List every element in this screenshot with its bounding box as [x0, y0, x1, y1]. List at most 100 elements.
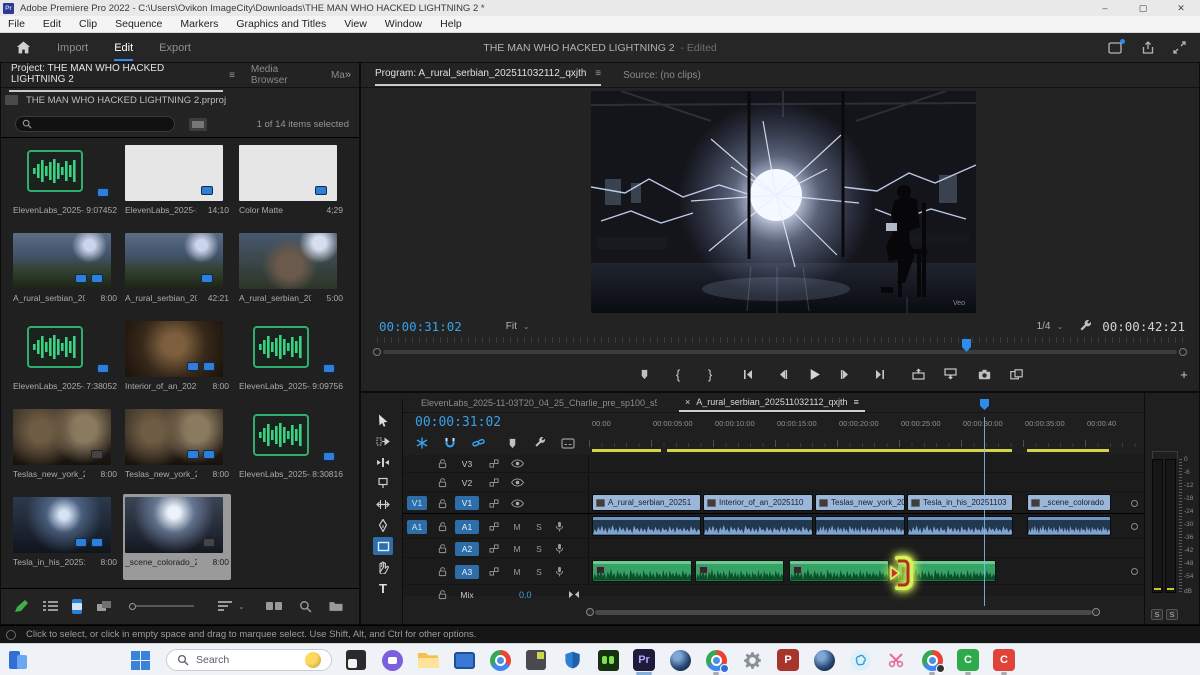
project-item[interactable]: ElevenLabs_2025-...9:07452	[11, 142, 119, 228]
selection-tool[interactable]	[373, 411, 393, 429]
minimize-button[interactable]: –	[1086, 0, 1124, 16]
project-item[interactable]: Teslas_new_york_202...8:00	[123, 406, 231, 492]
settings-wrench-icon[interactable]	[1079, 320, 1092, 333]
scrollbar-left-knob[interactable]	[586, 608, 594, 616]
menu-view[interactable]: View	[344, 18, 367, 30]
fullscreen-icon[interactable]	[1173, 41, 1186, 54]
scrubber-left-knob[interactable]	[373, 348, 381, 356]
icon-view-icon[interactable]	[72, 599, 82, 614]
track-output-eye-icon[interactable]	[511, 478, 523, 487]
workspace-switcher-icon[interactable]	[1108, 41, 1123, 54]
button-editor-icon[interactable]: +	[1173, 364, 1195, 384]
project-item[interactable]: ElevenLabs_2025-11-...14;10	[123, 142, 231, 228]
edit-pencil-icon[interactable]	[13, 598, 29, 614]
project-item[interactable]: Teslas_new_york_202...8:00	[11, 406, 119, 492]
mark-out-icon[interactable]: }	[699, 364, 721, 384]
clickup-icon[interactable]: C	[992, 648, 1016, 672]
sort-icon[interactable]: ⌄	[218, 601, 245, 611]
sync-lock-icon[interactable]	[489, 459, 501, 468]
track-scroll-knob[interactable]	[1131, 523, 1138, 530]
meter-solo-left[interactable]: S	[1151, 609, 1163, 620]
track-lock-icon[interactable]	[437, 458, 449, 469]
sync-lock-icon[interactable]	[489, 544, 501, 553]
tab-edit[interactable]: Edit	[114, 42, 133, 54]
timeline-ruler[interactable]: 00:00 00:00:05:00 00:00:10:00 00:00:15:0…	[589, 417, 1144, 447]
type-tool[interactable]: T	[373, 579, 393, 597]
timeline-playhead[interactable]	[984, 417, 985, 606]
rectangle-tool[interactable]	[373, 537, 393, 555]
meter-solo-right[interactable]: S	[1166, 609, 1178, 620]
zoom-slider[interactable]	[129, 603, 194, 610]
timeline-clip[interactable]: Interior_of_an_2025110	[703, 494, 813, 511]
playback-resolution-dropdown[interactable]: 1/4⌄	[1037, 321, 1064, 332]
mute-button[interactable]: M	[511, 522, 523, 532]
find-icon[interactable]	[299, 600, 312, 613]
track-lane-v2[interactable]	[589, 474, 1144, 491]
menu-edit[interactable]: Edit	[43, 18, 61, 30]
step-forward-icon[interactable]	[835, 364, 857, 384]
mute-button[interactable]: M	[511, 544, 523, 554]
track-name-v1[interactable]: V1	[455, 496, 479, 510]
track-lock-icon[interactable]	[437, 566, 449, 577]
track-lane-a1[interactable]	[589, 515, 1144, 538]
track-name-v2[interactable]: V2	[455, 476, 479, 490]
source-patch-video[interactable]: V1	[407, 496, 427, 510]
sync-lock-icon[interactable]	[489, 567, 501, 576]
mark-in-icon[interactable]: {	[667, 364, 689, 384]
new-bin-icon[interactable]	[328, 600, 344, 612]
menu-file[interactable]: File	[8, 18, 25, 30]
chat-icon[interactable]	[380, 648, 404, 672]
menu-markers[interactable]: Markers	[180, 18, 218, 30]
tab-program[interactable]: Program: A_rural_serbian_202511032112_qx…	[375, 64, 601, 86]
sequence-tab-inactive[interactable]: ElevenLabs_2025-11-03T20_04_25_Charlie_p…	[421, 398, 657, 408]
razor-tool[interactable]	[373, 474, 393, 492]
lift-icon[interactable]	[907, 364, 929, 384]
go-to-in-icon[interactable]	[737, 364, 759, 384]
widgets-icon[interactable]	[6, 648, 30, 672]
tab-source[interactable]: Source: (no clips)	[623, 70, 701, 81]
nest-sequence-icon[interactable]	[413, 435, 431, 451]
sync-lock-icon[interactable]	[489, 522, 501, 531]
project-item[interactable]: ElevenLabs_2025-...7:38052	[11, 318, 119, 404]
tab-media-browser[interactable]: Media Browser	[251, 64, 315, 86]
in-folder-icon[interactable]	[189, 118, 207, 131]
project-item[interactable]: ElevenLabs_2025-...9:09756	[237, 318, 345, 404]
search-input[interactable]	[37, 119, 157, 129]
tab-project[interactable]: Project: THE MAN WHO HACKED LIGHTNING 2	[9, 59, 223, 92]
blue-orb-app-icon[interactable]	[812, 648, 836, 672]
track-name-a2[interactable]: A2	[455, 542, 479, 556]
track-lock-icon[interactable]	[437, 498, 449, 509]
track-lock-icon[interactable]	[437, 477, 449, 488]
voiceover-mic-icon[interactable]	[555, 566, 567, 577]
timeline-panel-menu-icon[interactable]: ≡	[854, 397, 859, 407]
timeline-audio-clip[interactable]	[815, 516, 905, 536]
timeline-music-clip[interactable]	[592, 560, 692, 582]
menu-clip[interactable]: Clip	[79, 18, 97, 30]
track-lane-a2[interactable]	[589, 540, 1144, 557]
comparison-view-icon[interactable]	[1005, 364, 1027, 384]
photopea-icon[interactable]: P	[776, 648, 800, 672]
export-frame-icon[interactable]	[973, 364, 995, 384]
timeline-audio-clip[interactable]	[1027, 516, 1111, 536]
go-to-out-icon[interactable]	[869, 364, 891, 384]
freeform-view-icon[interactable]	[96, 600, 113, 613]
track-lane-v1[interactable]: A_rural_serbian_20251 Interior_of_an_202…	[589, 493, 1144, 513]
slip-tool[interactable]	[373, 495, 393, 513]
snap-icon[interactable]	[441, 435, 459, 451]
sequence-tab-active[interactable]: × A_rural_serbian_202511032112_qxjth ≡	[679, 394, 865, 412]
share-icon[interactable]	[1141, 41, 1155, 55]
close-tab-icon[interactable]: ×	[685, 397, 690, 407]
sync-lock-icon[interactable]	[489, 499, 501, 508]
menu-graphics-titles[interactable]: Graphics and Titles	[236, 18, 326, 30]
timeline-horizontal-scrollbar[interactable]	[589, 609, 1136, 616]
program-scrubber[interactable]	[377, 347, 1183, 357]
track-lane-v3[interactable]	[589, 455, 1144, 472]
premiere-pro-icon[interactable]: Pr	[632, 648, 656, 672]
hand-tool[interactable]	[373, 558, 393, 576]
linked-selection-icon[interactable]	[469, 435, 487, 451]
project-item[interactable]: Tesla_in_his_2025110...8:00	[11, 494, 119, 580]
chrome-profile-icon[interactable]	[920, 648, 944, 672]
blue-orb-app-icon[interactable]	[668, 648, 692, 672]
windows-security-icon[interactable]	[560, 648, 584, 672]
timeline-settings-wrench-icon[interactable]	[531, 435, 549, 451]
